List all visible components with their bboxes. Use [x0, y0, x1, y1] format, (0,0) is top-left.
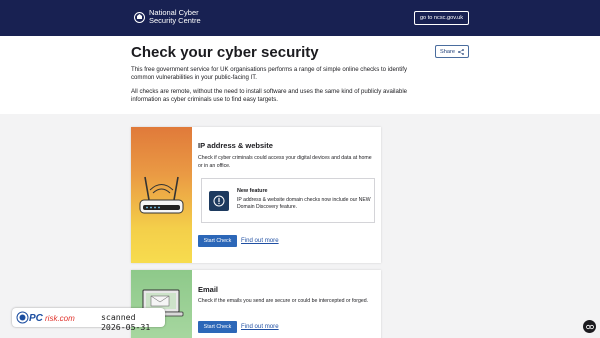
start-check-button[interactable]: Start Check	[198, 321, 237, 333]
router-icon	[139, 176, 184, 214]
feature-text: IP address & website domain checks now i…	[237, 197, 371, 211]
card-description: Check if the emails you send are secure …	[198, 298, 369, 304]
find-out-more-link[interactable]: Find out more	[241, 323, 279, 330]
card-title: IP address & website	[198, 141, 273, 150]
scan-date-text: scanned 2026-05-31	[101, 312, 151, 332]
pcrisk-watermark: PC risk.com scanned 2026-05-31	[12, 308, 165, 332]
page-title: Check your cyber security	[131, 44, 319, 61]
email-card: Email Check if the emails you send are s…	[131, 270, 381, 338]
svg-text:PC: PC	[29, 313, 44, 324]
share-button[interactable]: Share	[435, 45, 469, 58]
share-label: Share	[440, 48, 455, 55]
ncsc-logo[interactable]: National Cyber Security Centre	[133, 9, 219, 25]
goto-ncsc-button[interactable]: go to ncsc.gov.uk	[414, 11, 469, 25]
feature-title: New feature	[237, 188, 268, 194]
intro-paragraph-1: This free government service for UK orga…	[131, 66, 408, 82]
share-icon	[458, 48, 464, 55]
find-out-more-link[interactable]: Find out more	[241, 237, 279, 244]
logo-text: National Cyber Security Centre	[149, 9, 219, 25]
ip-website-card: IP address & website Check if cyber crim…	[131, 127, 381, 263]
pcrisk-logo: PC risk.com	[16, 311, 75, 324]
card-description: Check if cyber criminals could access yo…	[198, 155, 372, 169]
svg-text:risk.com: risk.com	[45, 314, 75, 323]
info-icon	[209, 191, 229, 211]
logo-line-2: Security Centre	[149, 16, 201, 25]
dark-mode-toggle-icon[interactable]	[583, 320, 596, 333]
site-header: National Cyber Security Centre go to ncs…	[0, 0, 600, 36]
intro-paragraph-2: All checks are remote, without the need …	[131, 88, 408, 104]
new-feature-box: New feature IP address & website domain …	[201, 178, 375, 223]
router-illustration	[131, 127, 192, 263]
card-title: Email	[198, 285, 219, 294]
start-check-button[interactable]: Start Check	[198, 235, 237, 247]
royal-crest-icon	[134, 11, 145, 23]
